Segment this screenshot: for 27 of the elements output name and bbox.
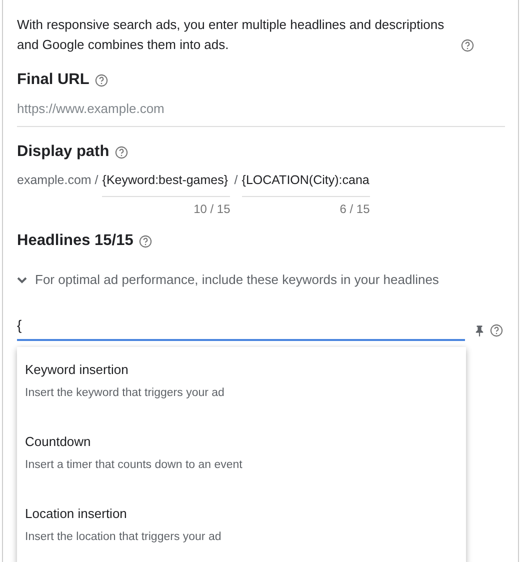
help-icon[interactable] [139, 234, 152, 248]
separator-text: / [234, 172, 238, 187]
menu-item[interactable]: Location insertion Insert the location that triggers your ad [17, 497, 466, 555]
section-heading: Display path [17, 143, 110, 161]
character-counter: 6 / 15 [340, 202, 370, 216]
menu-item[interactable]: Keyword insertion Insert the keyword that triggers your ad [17, 353, 466, 411]
help-icon[interactable] [490, 324, 503, 337]
section-heading: Headlines 15/15 [17, 232, 134, 250]
character-counter: 10 / 15 [194, 202, 230, 216]
domain-text: example.com / [17, 172, 98, 187]
path-field[interactable]: {LOCATION(City):cana [242, 171, 370, 197]
path-field[interactable]: {Keyword:best-games} [102, 171, 230, 197]
menu-item-description: Insert the keyword that triggers your ad [25, 386, 226, 401]
menu-item[interactable]: Countdown Insert a timer that counts down to an event [17, 425, 466, 483]
hint-text: For optimal ad performance, include these keywords in your headlines [35, 272, 439, 287]
chevron-icon[interactable] [17, 274, 27, 284]
menu-item-description: Insert the location that triggers your ad [25, 530, 222, 545]
pin-icon[interactable] [475, 325, 484, 337]
help-icon[interactable] [115, 146, 128, 158]
menu-item-title: Keyword insertion [25, 361, 130, 379]
help-icon[interactable] [461, 39, 474, 52]
intro-text: With responsive search ads, you enter multiple headlines and descriptions and Google combines them into ads. [17, 16, 446, 54]
menu-item-title: Countdown [25, 433, 92, 451]
help-icon[interactable] [95, 74, 108, 86]
section-heading: Final URL [17, 71, 90, 89]
menu-item-title: Location insertion [25, 505, 128, 523]
menu-item-description: Insert a timer that counts down to an event [25, 458, 244, 473]
